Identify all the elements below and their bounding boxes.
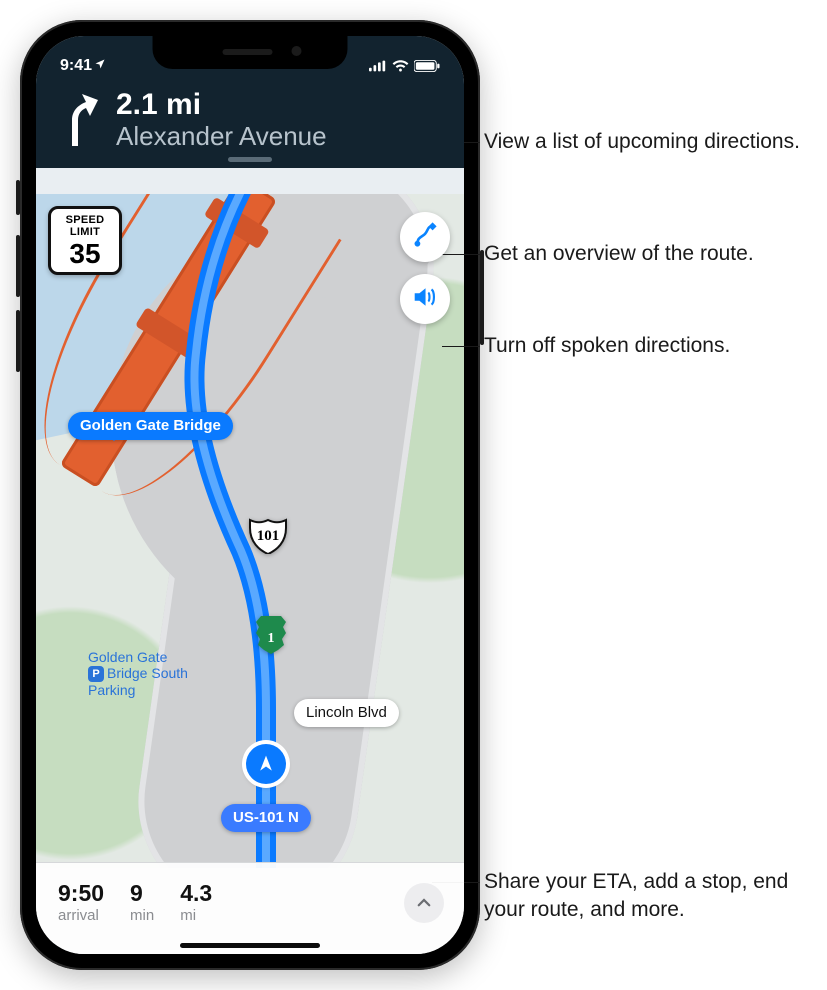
map-label-bridge[interactable]: Golden Gate Bridge bbox=[68, 412, 233, 440]
tray-expand-button[interactable] bbox=[404, 883, 444, 923]
callout-tray-expand: Share your ETA, add a stop, end your rou… bbox=[484, 868, 804, 925]
cellular-icon bbox=[369, 60, 387, 72]
speed-limit-value: 35 bbox=[51, 240, 119, 268]
poi-line: Parking bbox=[88, 682, 188, 698]
location-services-icon bbox=[94, 57, 106, 75]
callout-route-overview: Get an overview of the route. bbox=[484, 240, 754, 268]
heading-arrow-icon bbox=[256, 754, 276, 774]
route-tray[interactable]: 9:50 arrival 9 min 4.3 mi bbox=[36, 862, 464, 954]
speed-limit-sign: SPEED LIMIT 35 bbox=[48, 206, 122, 275]
current-road-pill: US-101 N bbox=[221, 804, 311, 832]
side-button bbox=[16, 235, 20, 297]
poi-line: Golden Gate bbox=[88, 649, 188, 665]
chevron-up-icon bbox=[415, 894, 433, 912]
callout-directions-list: View a list of upcoming directions. bbox=[484, 128, 800, 156]
poi-parking-label[interactable]: Golden Gate PBridge South Parking bbox=[88, 649, 188, 698]
poi-line: PBridge South bbox=[88, 665, 188, 682]
side-button bbox=[16, 180, 20, 215]
distance-metric: 4.3 mi bbox=[180, 882, 212, 924]
duration-metric: 9 min bbox=[130, 882, 154, 924]
highway-shield-us101: 101 bbox=[248, 514, 288, 554]
speed-limit-label: SPEED bbox=[51, 215, 119, 227]
battery-icon bbox=[414, 60, 440, 72]
route-overview-button[interactable] bbox=[400, 212, 450, 262]
phone-frame: 9:41 2.1 mi Alexander Avenue bbox=[20, 20, 480, 970]
direction-text: 2.1 mi Alexander Avenue bbox=[116, 88, 327, 152]
side-button bbox=[16, 310, 20, 372]
next-turn-distance: 2.1 mi bbox=[116, 88, 327, 121]
map-label-lincoln[interactable]: Lincoln Blvd bbox=[294, 699, 399, 727]
map-canvas[interactable]: SPEED LIMIT 35 Golden Gate Bridge 101 bbox=[36, 194, 464, 868]
notch bbox=[153, 36, 348, 69]
distance-value: 4.3 bbox=[180, 882, 212, 905]
eta-value: 9:50 bbox=[58, 882, 104, 905]
speaker-icon bbox=[412, 284, 438, 315]
route-overview-icon bbox=[412, 222, 438, 253]
screen: 9:41 2.1 mi Alexander Avenue bbox=[36, 36, 464, 954]
distance-label: mi bbox=[180, 907, 212, 924]
banner-grabber[interactable] bbox=[228, 157, 272, 162]
speed-limit-label: LIMIT bbox=[51, 227, 119, 239]
turn-right-arrow-icon bbox=[58, 90, 98, 151]
svg-text:1: 1 bbox=[268, 631, 275, 646]
status-right bbox=[369, 60, 440, 72]
parking-icon: P bbox=[88, 666, 104, 682]
next-turn-street: Alexander Avenue bbox=[116, 121, 327, 152]
svg-text:101: 101 bbox=[257, 528, 280, 544]
callout-audio-toggle: Turn off spoken directions. bbox=[484, 332, 730, 360]
eta-metric: 9:50 arrival bbox=[58, 882, 104, 924]
audio-directions-button[interactable] bbox=[400, 274, 450, 324]
eta-label: arrival bbox=[58, 907, 104, 924]
status-time: 9:41 bbox=[60, 57, 92, 75]
duration-value: 9 bbox=[130, 882, 154, 905]
duration-label: min bbox=[130, 907, 154, 924]
wifi-icon bbox=[392, 60, 409, 72]
current-location-puck[interactable] bbox=[246, 744, 286, 784]
home-indicator[interactable] bbox=[180, 943, 320, 948]
highway-shield-ca1: 1 bbox=[254, 614, 288, 654]
